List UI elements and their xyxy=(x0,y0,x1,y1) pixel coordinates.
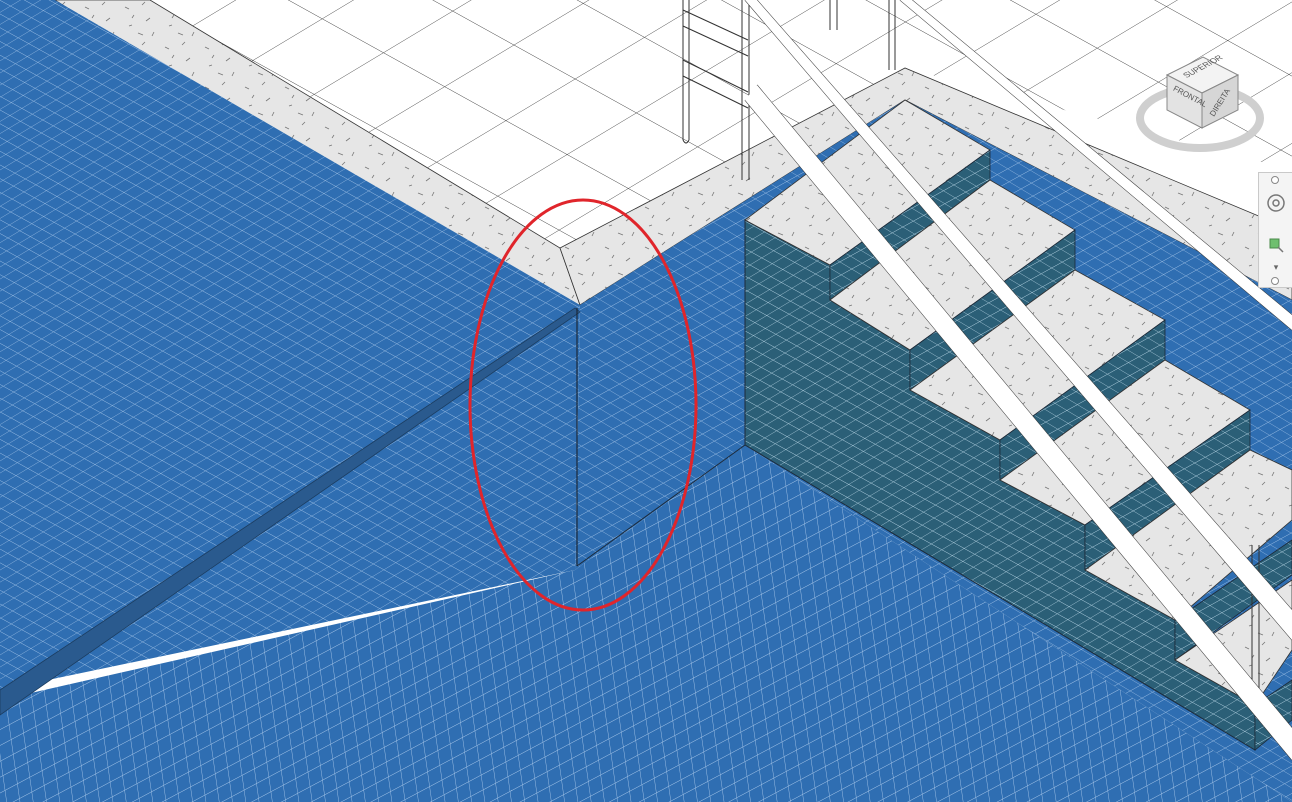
navigation-bar: ▾ xyxy=(1258,172,1292,288)
navbar-top-dot xyxy=(1271,176,1279,184)
3d-viewport[interactable] xyxy=(0,0,1292,802)
zoom-extents-icon[interactable] xyxy=(1264,233,1288,257)
steering-wheel-icon[interactable] xyxy=(1264,191,1288,215)
navbar-bottom-dot xyxy=(1271,277,1279,285)
chevron-down-icon[interactable]: ▾ xyxy=(1264,255,1288,279)
